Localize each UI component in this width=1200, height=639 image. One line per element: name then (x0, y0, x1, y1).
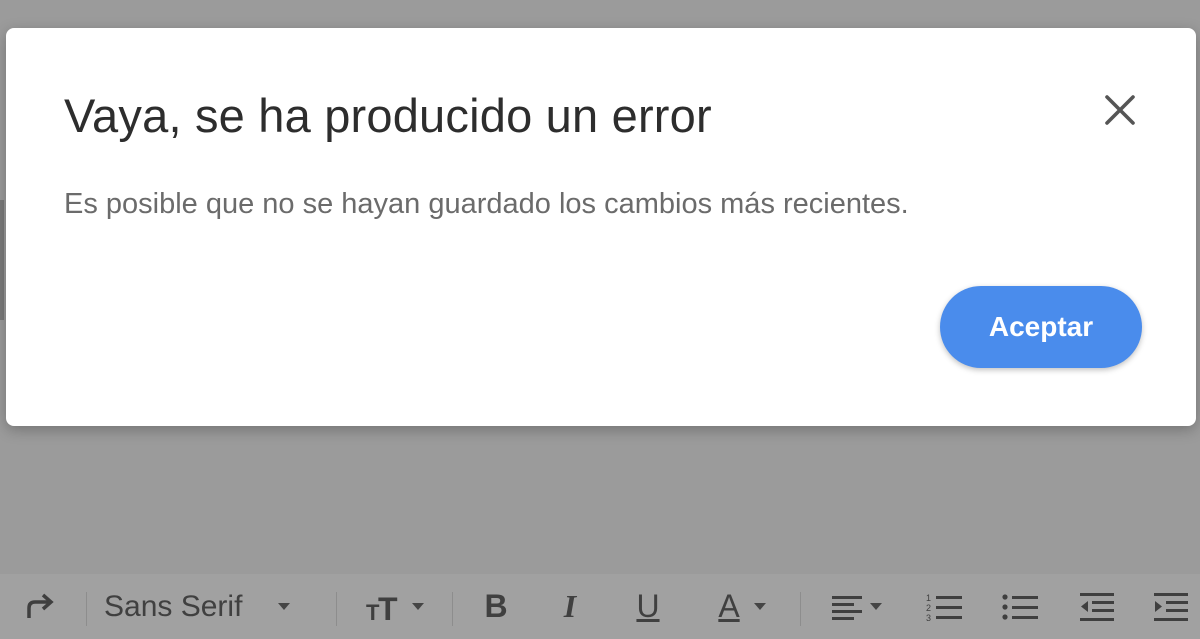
toolbar-divider (336, 592, 337, 626)
text-color-icon: A (718, 588, 740, 624)
font-family-select[interactable]: Sans Serif (104, 574, 320, 639)
chevron-down-icon (870, 603, 882, 610)
indent-less-icon (1080, 592, 1114, 621)
toolbar-divider (452, 592, 453, 626)
svg-text:T: T (378, 591, 398, 624)
redo-icon (27, 593, 54, 618)
numbered-list-icon: 1 2 3 (926, 593, 962, 623)
redo-button[interactable] (18, 574, 62, 639)
align-button[interactable] (818, 574, 894, 639)
italic-button[interactable]: I (550, 574, 590, 639)
underline-button[interactable]: U (628, 574, 668, 639)
indent-more-icon (1154, 592, 1188, 621)
dialog-message: Es posible que no se hayan guardado los … (64, 188, 909, 220)
text-color-button[interactable]: A (702, 574, 782, 639)
font-size-button[interactable]: T T (354, 574, 434, 639)
close-button[interactable] (1098, 88, 1142, 132)
font-family-label: Sans Serif (104, 589, 243, 623)
bold-button[interactable]: B (476, 574, 516, 639)
numbered-list-button[interactable]: 1 2 3 (922, 574, 968, 639)
error-dialog: Vaya, se ha producido un error Es posibl… (6, 28, 1196, 426)
bulleted-list-button[interactable] (998, 574, 1044, 639)
dialog-title: Vaya, se ha producido un error (64, 89, 712, 142)
bulleted-list-icon (1002, 593, 1038, 620)
svg-text:2: 2 (926, 603, 931, 613)
bold-icon: B (484, 588, 508, 624)
chevron-down-icon (278, 603, 291, 610)
indent-less-button[interactable] (1074, 574, 1120, 639)
align-left-icon (832, 595, 862, 620)
close-icon (1105, 95, 1135, 125)
italic-icon: I (563, 588, 577, 624)
text-size-icon: T T (366, 591, 398, 624)
compose-window-edge (0, 200, 4, 320)
svg-text:1: 1 (926, 593, 931, 603)
underline-icon: U (636, 588, 660, 624)
formatting-toolbar: Sans Serif T T B I U A 1 2 3 (0, 574, 1200, 639)
toolbar-divider (86, 592, 87, 626)
chevron-down-icon (753, 603, 766, 610)
svg-text:3: 3 (926, 613, 931, 623)
toolbar-divider (800, 592, 801, 626)
indent-more-button[interactable] (1148, 574, 1194, 639)
accept-button[interactable]: Aceptar (940, 286, 1142, 368)
chevron-down-icon (412, 603, 424, 610)
